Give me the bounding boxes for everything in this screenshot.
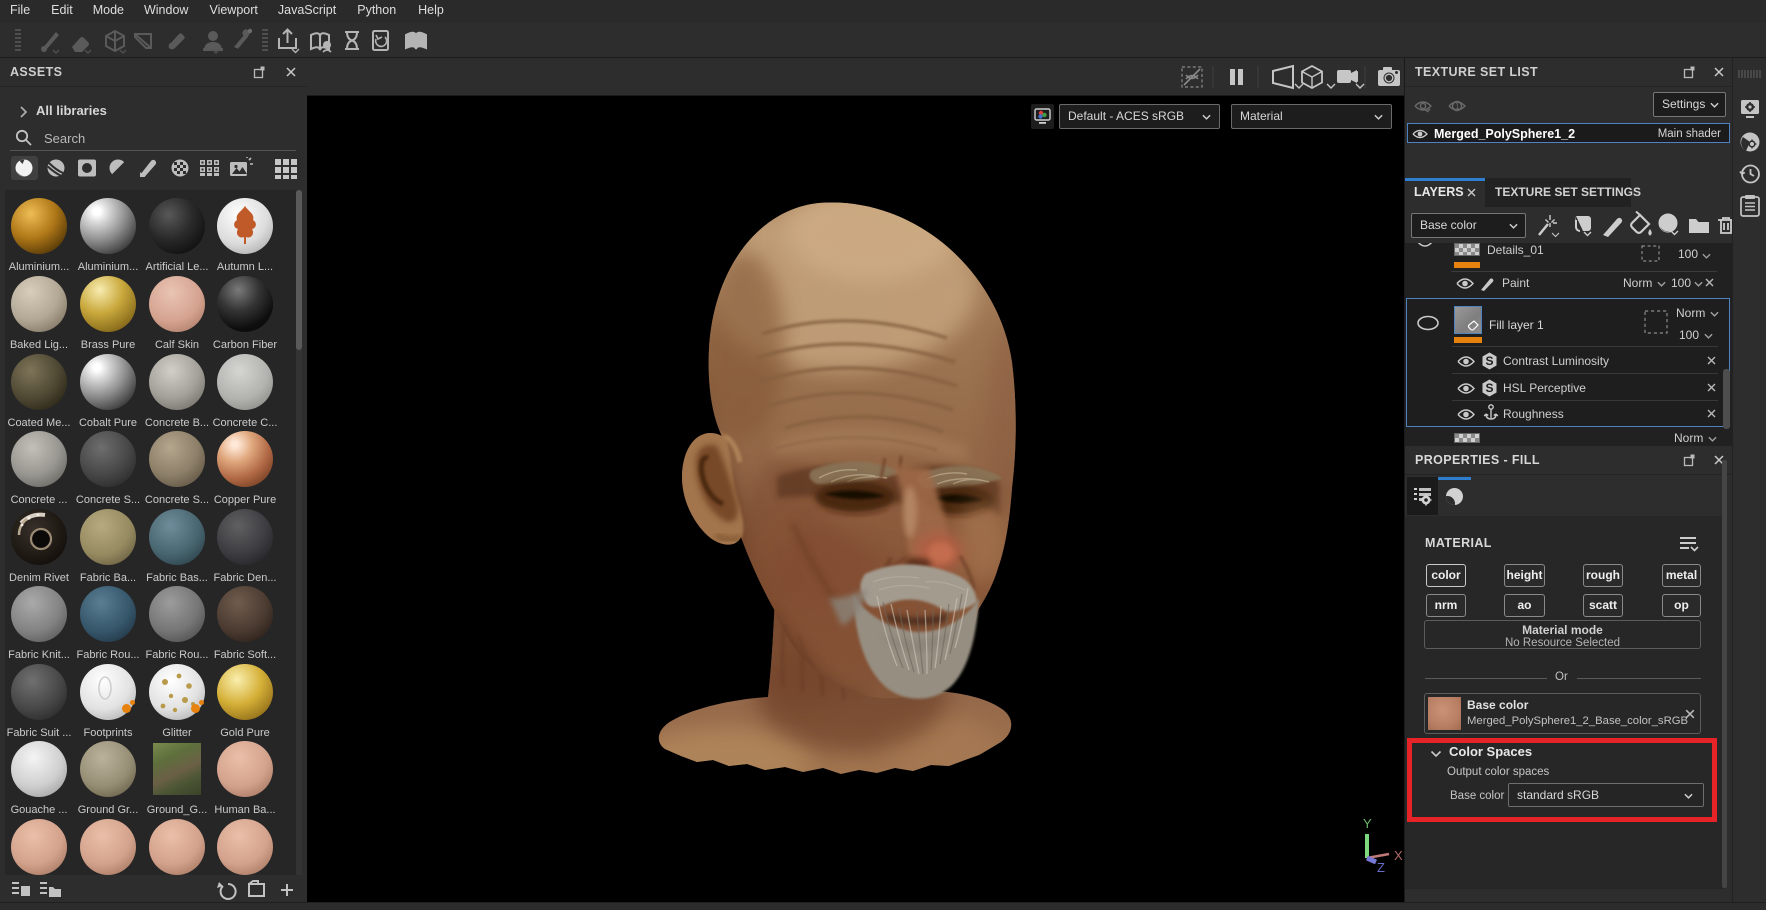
svg-text:Y: Y	[1363, 816, 1372, 831]
svg-text:S: S	[1485, 381, 1493, 395]
svg-text:1: 1	[1455, 102, 1460, 111]
svg-text:X: X	[1394, 848, 1403, 863]
svg-text:Z: Z	[1377, 860, 1385, 875]
svg-text:S: S	[1485, 354, 1493, 368]
